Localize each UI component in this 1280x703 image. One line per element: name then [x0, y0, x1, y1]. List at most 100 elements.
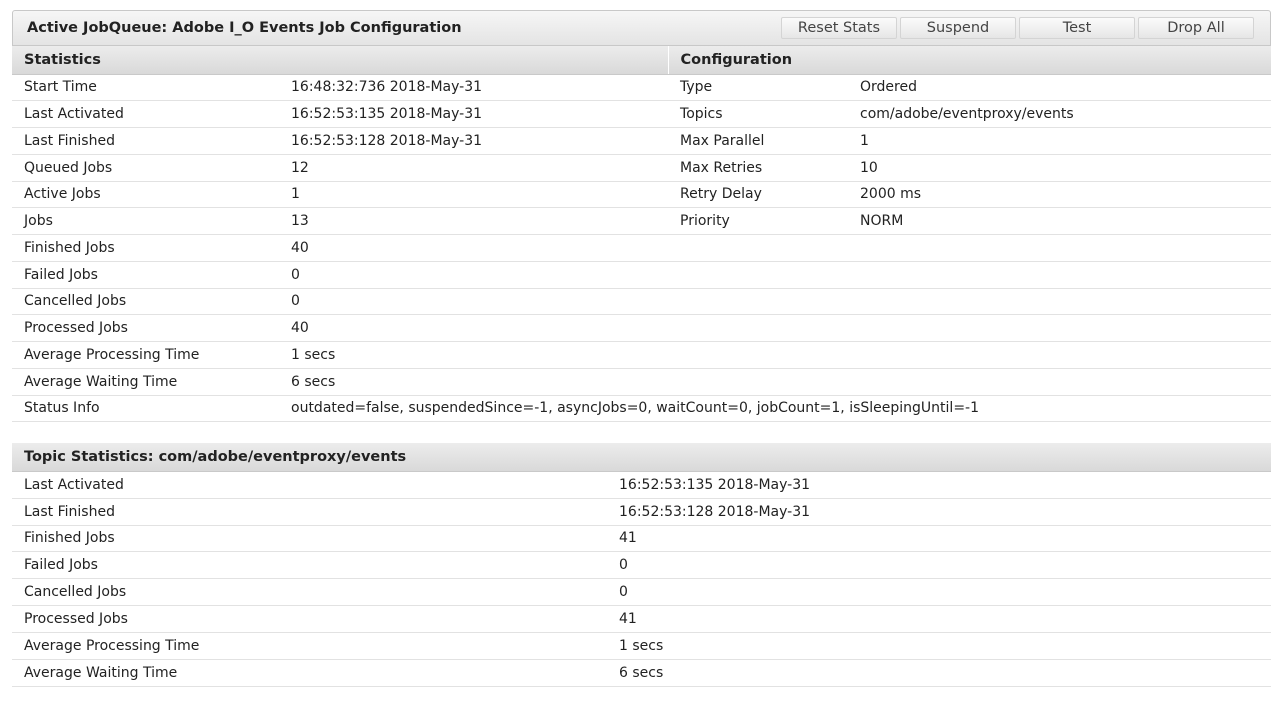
config-value: Ordered: [848, 74, 1271, 102]
config-empty: [848, 314, 1271, 342]
config-empty: [668, 368, 849, 396]
topic-stat-label: Last Activated: [12, 471, 607, 499]
stats-row: Active Jobs 1 Retry Delay 2000 ms: [12, 181, 1271, 209]
queue-title: Active JobQueue: Adobe I_O Events Job Co…: [27, 20, 462, 36]
topic-stats-row: Finished Jobs 41: [12, 525, 1271, 553]
config-empty: [668, 234, 849, 262]
topic-stat-value: 6 secs: [607, 659, 1271, 687]
topic-stats-row: Last Activated 16:52:53:135 2018-May-31: [12, 471, 1271, 499]
drop-all-button[interactable]: Drop All: [1138, 17, 1254, 39]
topic-stat-label: Finished Jobs: [12, 525, 607, 553]
topic-stat-value: 41: [607, 605, 1271, 634]
topic-stat-label: Cancelled Jobs: [12, 578, 607, 607]
queue-actions: Reset Stats Suspend Test Drop All: [781, 17, 1254, 39]
config-label: Type: [668, 74, 849, 102]
topic-stat-value: 16:52:53:135 2018-May-31: [607, 471, 1271, 499]
stat-label: Failed Jobs: [12, 261, 279, 289]
statistics-heading: Statistics: [12, 46, 669, 75]
stat-value: 40: [279, 234, 669, 262]
stat-label: Finished Jobs: [12, 234, 279, 262]
topic-stats-row: Failed Jobs 0: [12, 551, 1271, 580]
stat-value: 16:48:32:736 2018-May-31: [279, 74, 669, 102]
stat-label: Last Finished: [12, 127, 279, 155]
stat-label: Start Time: [12, 74, 279, 102]
stat-value: 12: [279, 154, 669, 182]
topic-stat-value: 16:52:53:128 2018-May-31: [607, 498, 1271, 526]
stat-label: Average Waiting Time: [12, 368, 279, 396]
stats-row: Processed Jobs 40: [12, 314, 1271, 342]
test-button[interactable]: Test: [1019, 17, 1135, 39]
stat-value: outdated=false, suspendedSince=-1, async…: [279, 395, 1271, 423]
stats-row: Start Time 16:48:32:736 2018-May-31 Type Or…: [12, 74, 1271, 102]
topic-stats-row: Cancelled Jobs 0: [12, 578, 1271, 607]
config-label: Priority: [668, 207, 849, 235]
topic-stat-label: Last Finished: [12, 498, 607, 526]
config-empty: [848, 368, 1271, 396]
stats-row: Cancelled Jobs 0: [12, 288, 1271, 316]
stat-value: 13: [279, 207, 669, 235]
config-empty: [668, 341, 849, 369]
config-empty: [848, 288, 1271, 316]
topic-stat-label: Average Waiting Time: [12, 659, 607, 687]
stats-row: Finished Jobs 40: [12, 234, 1271, 262]
queue-title-bar: Active JobQueue: Adobe I_O Events Job Co…: [12, 10, 1271, 46]
topic-stats-row: Last Finished 16:52:53:128 2018-May-31: [12, 498, 1271, 526]
topic-stat-label: Average Processing Time: [12, 632, 607, 660]
stats-row: Average Waiting Time 6 secs: [12, 368, 1271, 396]
stat-value: 40: [279, 314, 669, 342]
config-empty: [848, 261, 1271, 289]
config-value: NORM: [848, 207, 1271, 235]
stat-value: 6 secs: [279, 368, 669, 396]
config-label: Retry Delay: [668, 181, 849, 209]
stat-label: Active Jobs: [12, 181, 279, 209]
stat-label: Cancelled Jobs: [12, 288, 279, 316]
topic-statistics-heading: Topic Statistics: com/adobe/eventproxy/e…: [12, 443, 1271, 472]
stat-label: Status Info: [12, 395, 279, 423]
config-value: com/adobe/eventproxy/events: [848, 100, 1271, 128]
config-label: Max Parallel: [668, 127, 849, 155]
topic-stat-value: 41: [607, 525, 1271, 553]
statistics-table: Statistics Configuration Start Time 16:48…: [12, 46, 1271, 423]
stats-row: Last Activated 16:52:53:135 2018-May-31 To…: [12, 100, 1271, 128]
stat-label: Average Processing Time: [12, 341, 279, 369]
stat-label: Jobs: [12, 207, 279, 235]
config-empty: [668, 261, 849, 289]
topic-stats-row: Processed Jobs 41: [12, 605, 1271, 634]
stats-row: Status Info outdated=false, suspendedSinc…: [12, 395, 1271, 423]
topic-stat-value: 0: [607, 578, 1271, 607]
topic-stat-value: 0: [607, 551, 1271, 580]
stat-label: Queued Jobs: [12, 154, 279, 182]
stat-value: 1 secs: [279, 341, 669, 369]
topic-stats-row: Average Processing Time 1 secs: [12, 632, 1271, 660]
stats-row: Failed Jobs 0: [12, 261, 1271, 289]
config-empty: [668, 288, 849, 316]
configuration-heading: Configuration: [667, 46, 1271, 75]
stats-row: Average Processing Time 1 secs: [12, 341, 1271, 369]
topic-statistics-table: Topic Statistics: com/adobe/eventproxy/e…: [12, 443, 1271, 687]
job-queue-panel: Active JobQueue: Adobe I_O Events Job Co…: [12, 10, 1271, 687]
stat-value: 16:52:53:135 2018-May-31: [279, 100, 669, 128]
config-value: 2000 ms: [848, 181, 1271, 209]
stat-value: 0: [279, 288, 669, 316]
topic-stats-row: Average Waiting Time 6 secs: [12, 659, 1271, 687]
stats-row: Last Finished 16:52:53:128 2018-May-31 Max…: [12, 127, 1271, 155]
topic-stat-label: Processed Jobs: [12, 605, 607, 634]
topic-stat-value: 1 secs: [607, 632, 1271, 660]
config-value: 10: [848, 154, 1271, 182]
config-empty: [848, 341, 1271, 369]
config-value: 1: [848, 127, 1271, 155]
config-label: Max Retries: [668, 154, 849, 182]
stat-value: 16:52:53:128 2018-May-31: [279, 127, 669, 155]
config-label: Topics: [668, 100, 849, 128]
reset-stats-button[interactable]: Reset Stats: [781, 17, 897, 39]
stat-value: 0: [279, 261, 669, 289]
suspend-button[interactable]: Suspend: [900, 17, 1016, 39]
stats-row: Jobs 13 Priority NORM: [12, 207, 1271, 235]
config-empty: [668, 314, 849, 342]
stat-label: Processed Jobs: [12, 314, 279, 342]
topic-stat-label: Failed Jobs: [12, 551, 607, 580]
stats-row: Queued Jobs 12 Max Retries 10: [12, 154, 1271, 182]
config-empty: [848, 234, 1271, 262]
stat-label: Last Activated: [12, 100, 279, 128]
stat-value: 1: [279, 181, 669, 209]
